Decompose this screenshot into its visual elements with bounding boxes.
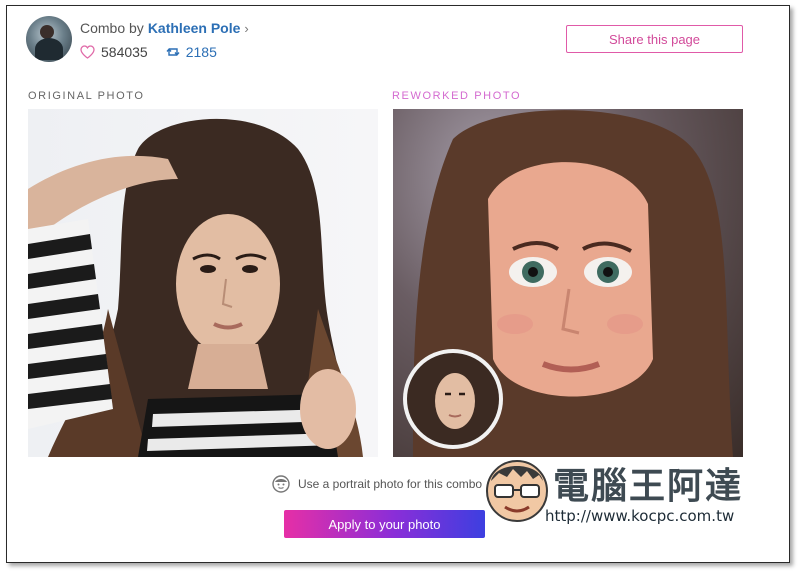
- watermark-title: 電腦王阿達: [553, 466, 744, 507]
- combo-byline: Combo by Kathleen Pole ›: [80, 20, 249, 36]
- likes-stat[interactable]: 584035: [80, 44, 148, 60]
- portrait-hint: Use a portrait photo for this combo: [272, 475, 482, 493]
- combo-stats: 584035 2185: [80, 44, 217, 60]
- heart-icon: [80, 45, 95, 59]
- reworked-photo: [393, 109, 743, 457]
- share-page-button[interactable]: Share this page: [566, 25, 743, 53]
- mascot-logo: [486, 460, 548, 522]
- face-icon: [272, 475, 290, 493]
- likes-count: 584035: [101, 44, 148, 60]
- author-link[interactable]: Kathleen Pole: [148, 20, 241, 36]
- remix-count: 2185: [185, 44, 217, 60]
- remix-stat[interactable]: 2185: [166, 44, 217, 60]
- watermark-url: http://www.kocpc.com.tw: [545, 507, 735, 525]
- chevron-right-icon[interactable]: ›: [244, 21, 248, 36]
- original-photo-label: ORIGINAL PHOTO: [28, 90, 145, 102]
- author-avatar[interactable]: [26, 16, 72, 62]
- apply-to-photo-button[interactable]: Apply to your photo: [284, 510, 485, 538]
- original-photo: [28, 109, 378, 457]
- portrait-hint-text: Use a portrait photo for this combo: [298, 477, 483, 491]
- reworked-photo-label: REWORKED PHOTO: [392, 90, 522, 102]
- site-watermark: 電腦王阿達 http://www.kocpc.com.tw: [483, 455, 758, 530]
- remix-icon: [166, 48, 180, 56]
- byline-prefix: Combo by: [80, 20, 144, 36]
